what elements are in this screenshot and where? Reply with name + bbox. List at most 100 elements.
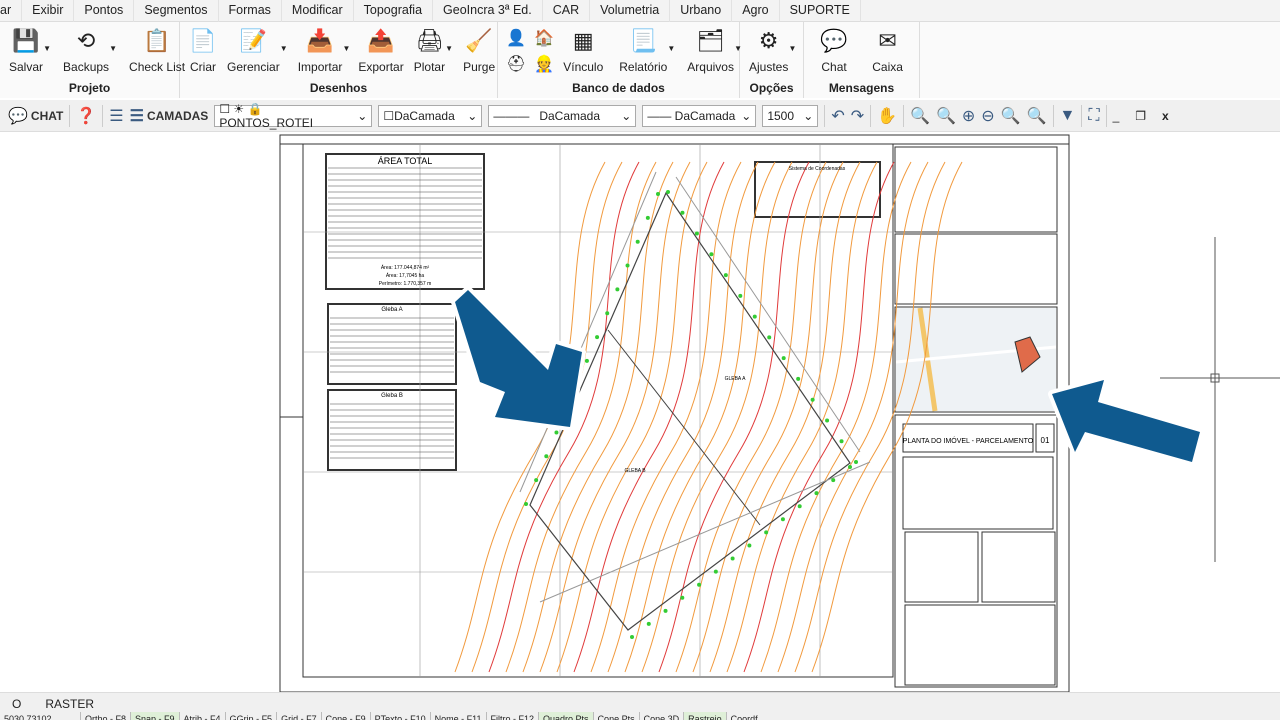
menu-pontos[interactable]: Pontos (74, 0, 135, 22)
restore-icon[interactable]: ❐ (1135, 109, 1146, 123)
redo-icon[interactable]: ↷ (851, 106, 864, 126)
tree-symbol (554, 430, 559, 435)
tree-symbol (854, 460, 858, 464)
tree-symbol (680, 210, 685, 215)
close-icon[interactable]: x (1162, 109, 1169, 123)
tree-symbol (831, 478, 836, 483)
zoom-out-icon[interactable]: ⊖ (981, 106, 994, 126)
status-nome[interactable]: Nome - F11 (429, 712, 486, 720)
tree-symbol (694, 231, 699, 236)
group-desenhos: 📄 Criar 📝 Gerenciar ▼ 📥 Importar ▼ 📤 Exportar … (180, 22, 498, 98)
tree-symbol (697, 582, 702, 587)
tree-symbol (709, 252, 714, 257)
undo-icon[interactable]: ↶ (831, 106, 844, 126)
tree-symbol (764, 530, 769, 535)
menu-exibir[interactable]: Exibir (22, 0, 75, 22)
status-atrib[interactable]: Atrib - F4 (178, 712, 225, 720)
menu-urbano[interactable]: Urbano (670, 0, 733, 22)
arrow-right-icon (1048, 376, 1204, 466)
gears-icon: ⚙ (758, 28, 779, 53)
lineweight-select[interactable]: —— DaCamada ⌄ (642, 104, 757, 127)
menu-segmentos[interactable]: Segmentos (134, 0, 219, 22)
linetype-select[interactable]: ——— DaCamada ⌄ (488, 104, 637, 127)
toolbar: 💬 CHAT ❓ ☰ ☰ CAMADAS ☐ ☀ 🔒 PONTOS_ROTEI ⌄ ☐… (0, 100, 1280, 132)
broom-icon: 🧹 (465, 28, 493, 53)
files-clock-icon: 🗂 (696, 28, 725, 53)
menu-suporte[interactable]: SUPORTE (780, 0, 861, 22)
tree-symbol (595, 335, 600, 340)
status-coordf[interactable]: Coordf (725, 712, 762, 720)
zoom-extents-icon[interactable]: 🔍 (936, 106, 956, 126)
tree-symbol (738, 293, 743, 298)
fullscreen-icon[interactable]: ⛶ (1088, 107, 1099, 125)
tree-symbol (781, 356, 786, 361)
menu-car[interactable]: CAR (543, 0, 591, 22)
color-select[interactable]: ☐DaCamada ⌄ (378, 104, 483, 127)
zoom-previous-icon[interactable]: 🔍 (1001, 106, 1021, 126)
status-rastreio[interactable]: Rastreio (683, 712, 726, 720)
tree-symbol (544, 454, 549, 459)
help-icon[interactable]: ❓ (76, 106, 96, 126)
menu-topografia[interactable]: Topografia (354, 0, 434, 22)
group-projeto: 💾 Salvar ▼ ⟲ Backups ▼ 📋 Check List Projeto (0, 22, 185, 98)
tree-symbol (810, 397, 815, 402)
tab-raster[interactable]: RASTER (33, 693, 106, 712)
scale-select[interactable]: 1500 ⌄ (762, 104, 819, 127)
group-title: Projeto (68, 81, 111, 95)
drawing-canvas[interactable]: ÁREA TOTAL Área: 177.044,874 m² Área: 17… (0, 132, 1280, 693)
status-cone-pts[interactable]: Cone Pts (592, 712, 639, 720)
tree-symbol (646, 621, 651, 626)
tree-symbol (767, 335, 772, 340)
status-snap[interactable]: Snap - F9 (130, 712, 179, 720)
status-ptexto[interactable]: PTexto - F10 (369, 712, 430, 720)
contour-line (709, 161, 861, 673)
status-cone-3d[interactable]: Cone 3D (638, 712, 684, 720)
menu-formas[interactable]: Formas (219, 0, 282, 22)
status-ggrip[interactable]: GGrip - F5 (224, 712, 277, 720)
svg-text:Área: 177.044,874 m²: Área: 177.044,874 m² (381, 264, 430, 271)
zoom-in-icon[interactable]: ⊕ (962, 106, 975, 126)
group-title: Mensagens (828, 81, 895, 95)
export-icon: 📤 (367, 28, 395, 53)
sheet-border (279, 134, 1070, 693)
chat-toolbar-button[interactable]: 💬 CHAT (8, 106, 63, 126)
minimize-icon[interactable]: _ (1113, 109, 1120, 123)
zoom-realtime-icon[interactable]: 🔍 (1027, 106, 1047, 126)
menu-volumetria[interactable]: Volumetria (590, 0, 671, 22)
menu-agro[interactable]: Agro (732, 0, 780, 22)
zoom-window-icon[interactable]: 🔍 (910, 106, 930, 126)
gleba-b-label: GLEBA B (624, 468, 646, 474)
menu-geoincra[interactable]: GeoIncra 3ª Ed. (433, 0, 543, 22)
menu-arquivo[interactable]: ar (0, 0, 23, 22)
tab-model[interactable]: O (0, 693, 33, 712)
group-opcoes: ⚙ Ajustes ▼ Opções (740, 22, 804, 98)
properties-icon[interactable]: ▼ (1060, 107, 1076, 125)
group-title: Opções (749, 81, 794, 95)
status-filtro[interactable]: Filtro - F12 (485, 712, 539, 720)
menu-modificar[interactable]: Modificar (282, 0, 354, 22)
legend-box (894, 146, 1058, 233)
contour-line (692, 161, 844, 673)
contour-line (556, 161, 708, 673)
tree-symbol (797, 504, 802, 509)
dwg-file-icon: 📄 (189, 28, 217, 53)
status-cone[interactable]: Cone - F9 (320, 712, 370, 720)
home-icon[interactable]: 🏠 (534, 28, 554, 48)
menu-bar: ar Exibir Pontos Segmentos Formas Modifi… (0, 0, 1280, 22)
person-icon[interactable]: 👷 (534, 54, 554, 74)
printer-icon: 🖨 (415, 28, 444, 53)
status-grid[interactable]: Grid - F7 (276, 712, 321, 720)
status-quadro[interactable]: Quadro Pts (538, 712, 593, 720)
camadas-button[interactable]: ☰ CAMADAS (130, 106, 209, 126)
layers-icon[interactable]: ☰ (109, 106, 123, 126)
edit-icon: 📝 (239, 28, 268, 53)
tree-symbol (747, 543, 752, 548)
layer-select[interactable]: ☐ ☀ 🔒 PONTOS_ROTEI ⌄ (214, 102, 373, 130)
contour-line (675, 161, 827, 673)
tree-symbol (814, 491, 819, 496)
helmet-icon[interactable]: ⛑ (506, 54, 526, 74)
user-icon[interactable]: 👤 (506, 28, 526, 48)
title-block-title: PLANTA DO IMÓVEL - PARCELAMENTO (903, 436, 1034, 445)
status-ortho[interactable]: Ortho - F8 (80, 712, 130, 720)
pan-hand-icon[interactable]: ✋ (877, 106, 897, 126)
